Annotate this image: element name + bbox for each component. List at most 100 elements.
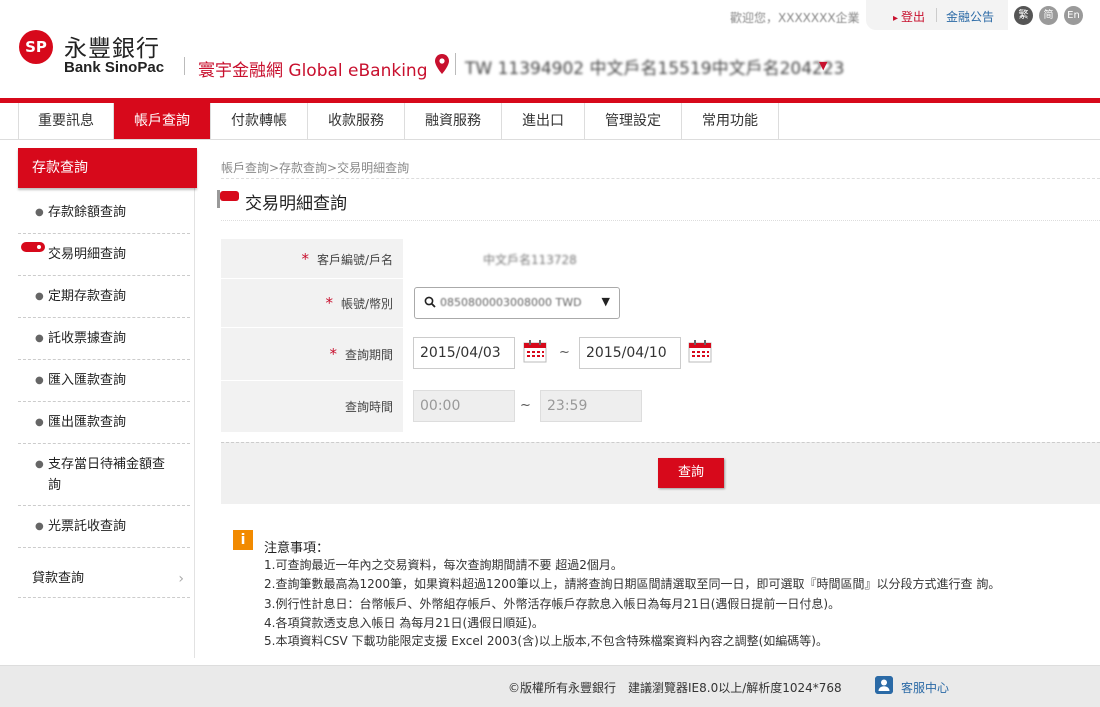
sidebar-item-loan[interactable]: 貸款查詢 ›: [18, 560, 190, 598]
dropdown-caret-icon: ▼: [601, 295, 610, 308]
sidebar: 存款查詢 ● 存款餘額查詢 交易明細查詢 ● 定期存款查詢 ● 託收票據查詢 ●…: [18, 148, 197, 658]
page-title: 交易明細查詢: [245, 194, 347, 214]
time-row: 查詢時間 00:00 ~ 23:59: [221, 381, 1100, 433]
time-to-input[interactable]: 23:59: [540, 390, 642, 422]
notice-line: 1.可查詢最近一年內之交易資料，每次查詢期間請不要 超過2個月。: [264, 558, 623, 572]
sidebar-item-label: 交易明細查詢: [48, 247, 127, 262]
time-label-text: 查詢時間: [344, 400, 393, 414]
bullet-icon: ●: [35, 291, 44, 302]
sidebar-item-bill-collection[interactable]: ● 託收票據查詢: [18, 318, 190, 360]
nav-item-account-inquiry[interactable]: 帳戶查詢: [114, 103, 211, 139]
ebanking-title: 寰宇金融網 Global eBanking: [198, 61, 428, 81]
date-to-input[interactable]: 2015/04/10: [579, 337, 681, 369]
bank-name-cn: 永豐銀行: [64, 36, 160, 62]
notice-line: 3.例行性計息日：台幣帳戶、外幣組存帳戶、外幣活存帳戶存款息入帳日為每月21日(…: [264, 597, 841, 611]
title-divider: [221, 178, 1100, 183]
sidebar-header[interactable]: 存款查詢: [18, 148, 197, 188]
info-icon: i: [233, 530, 253, 550]
time-from-input[interactable]: 00:00: [413, 390, 515, 422]
chevron-right-icon: ›: [178, 571, 184, 587]
sidebar-item-inward-remit[interactable]: ● 匯入匯款查詢: [18, 360, 190, 402]
account-label-text: 帳號/幣別: [340, 297, 393, 311]
logout-link[interactable]: 登出: [893, 8, 925, 25]
range-separator: ~: [559, 345, 570, 360]
bank-name-en: Bank SinoPac: [64, 59, 165, 76]
nav-item-collection[interactable]: 收款服務: [308, 103, 405, 139]
account-divider: [455, 53, 456, 75]
nav-item-import-export[interactable]: 進出口: [502, 103, 585, 139]
customer-label-text: 客戶編號/戶名: [316, 253, 393, 267]
bullet-icon: ●: [35, 417, 44, 428]
header-divider: [184, 57, 185, 75]
lang-english-button[interactable]: En: [1064, 6, 1083, 25]
account-label: * 帳號/幣別: [221, 279, 403, 327]
main-nav: 重要訊息 帳戶查詢 付款轉帳 收款服務 融資服務 進出口 管理設定 常用功能: [0, 103, 1100, 140]
notice-title: 注意事項：: [264, 541, 330, 556]
lang-traditional-button[interactable]: 繁: [1014, 6, 1033, 25]
nav-item-financing[interactable]: 融資服務: [405, 103, 502, 139]
period-row: * 查詢期間 2015/04/03 ~ 2015/04/10: [221, 328, 1100, 381]
bullet-icon: ●: [35, 521, 44, 532]
user-icon[interactable]: [875, 676, 893, 694]
range-separator: ~: [520, 398, 531, 413]
nav-item-settings[interactable]: 管理設定: [585, 103, 682, 139]
bullet-icon: ●: [35, 459, 44, 470]
sidebar-item-label: 存款餘額查詢: [48, 205, 127, 220]
required-mark: *: [329, 345, 337, 363]
customer-service-link[interactable]: 客服中心: [901, 679, 949, 696]
breadcrumb: 帳戶查詢>存款查詢>交易明細查詢: [221, 161, 410, 175]
location-pin-icon: [435, 54, 449, 74]
page: SP 永豐銀行 Bank SinoPac 寰宇金融網 Global eBanki…: [0, 0, 1100, 707]
greeting-text: 歡迎您，XXXXXXX企業: [730, 11, 860, 25]
sidebar-item-label: 匯入匯款查詢: [48, 373, 127, 388]
time-value-cell: 00:00 ~ 23:59: [403, 381, 1100, 432]
sidebar-item-label: 匯出匯款查詢: [48, 415, 127, 430]
bank-logo-icon[interactable]: SP: [19, 30, 53, 64]
nav-item-favorites[interactable]: 常用功能: [682, 103, 779, 139]
calendar-icon[interactable]: [688, 339, 712, 363]
sidebar-item-label: 貸款查詢: [32, 571, 85, 586]
lang-simplified-button[interactable]: 简: [1039, 6, 1058, 25]
query-button[interactable]: 查詢: [658, 458, 724, 488]
sidebar-item-label: 定期存款查詢: [48, 289, 127, 304]
calendar-icon[interactable]: [523, 339, 547, 363]
title-underline: [221, 220, 1100, 221]
sidebar-item-checking-shortfall[interactable]: ● 支存當日待補金額查詢: [18, 444, 190, 506]
nav-item-payment[interactable]: 付款轉帳: [211, 103, 308, 139]
account-row: * 帳號/幣別 0850800003008000 TWD ▼: [221, 279, 1100, 328]
dropdown-caret-icon[interactable]: ▼: [819, 59, 827, 72]
bullet-icon: ●: [35, 375, 44, 386]
required-mark: *: [301, 250, 309, 268]
utility-divider: [936, 8, 937, 22]
sidebar-item-label: 支存當日待補金額查詢: [48, 457, 166, 493]
bulletin-link[interactable]: 金融公告: [946, 8, 994, 25]
account-value-cell: 0850800003008000 TWD ▼: [403, 279, 1100, 327]
date-from-input[interactable]: 2015/04/03: [413, 337, 515, 369]
sidebar-item-label: 光票託收查詢: [48, 519, 127, 534]
customer-label: * 客戶編號/戶名: [221, 239, 403, 278]
sidebar-item-outward-remit[interactable]: ● 匯出匯款查詢: [18, 402, 190, 444]
sidebar-item-transactions[interactable]: 交易明細查詢: [18, 234, 190, 276]
magnifier-icon: [424, 296, 436, 308]
account-selector[interactable]: TW 11394902 中文戶名15519中文戶名204223: [465, 54, 845, 79]
required-mark: *: [325, 294, 333, 312]
period-label-text: 查詢期間: [344, 348, 393, 362]
sidebar-item-clean-collection[interactable]: ● 光票託收查詢: [18, 506, 190, 548]
flag-icon: [21, 242, 45, 252]
notice-line: 4.各項貸款透支息入帳日 為每月21日(遇假日順延)。: [264, 616, 544, 630]
bullet-icon: ●: [35, 333, 44, 344]
copyright-text: ©版權所有永豐銀行 建議瀏覽器IE8.0以上/解析度1024*768: [508, 681, 842, 695]
customer-name: 中文戶名113728: [483, 253, 577, 267]
time-label: 查詢時間: [221, 381, 403, 432]
customer-row: * 客戶編號/戶名 中文戶名113728: [221, 239, 1100, 279]
sidebar-item-time-deposit[interactable]: ● 定期存款查詢: [18, 276, 190, 318]
account-select-value: 0850800003008000 TWD: [440, 296, 582, 309]
customer-value-cell: 中文戶名113728: [403, 239, 1100, 278]
sidebar-item-balance[interactable]: ● 存款餘額查詢: [18, 192, 190, 234]
footer: ©版權所有永豐銀行 建議瀏覽器IE8.0以上/解析度1024*768 客服中心: [0, 665, 1100, 707]
notice-line: 2.查詢筆數最高為1200筆，如果資料超過1200筆以上，請將查詢日期區間請選取…: [264, 577, 1001, 591]
period-value-cell: 2015/04/03 ~ 2015/04/10: [403, 328, 1100, 380]
account-select[interactable]: 0850800003008000 TWD ▼: [414, 287, 620, 319]
nav-item-news[interactable]: 重要訊息: [18, 103, 114, 139]
period-label: * 查詢期間: [221, 328, 403, 380]
